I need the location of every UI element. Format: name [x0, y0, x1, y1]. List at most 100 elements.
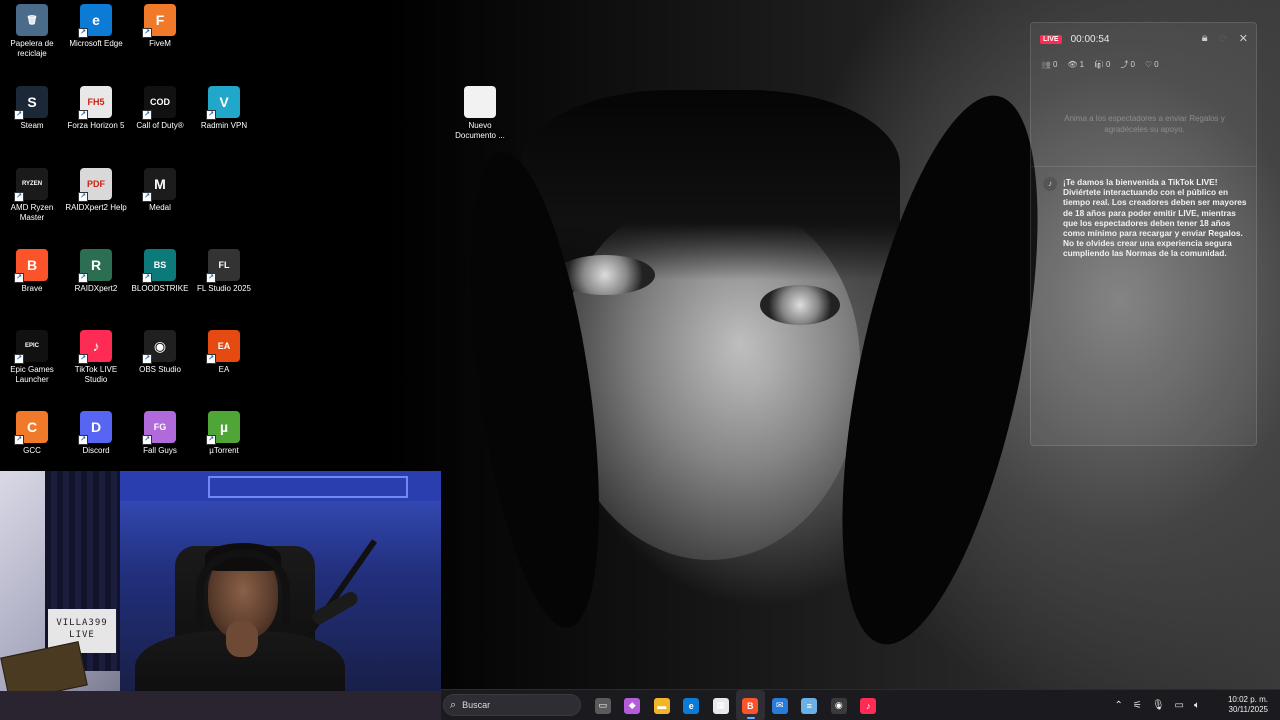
close-icon[interactable]: ✕	[1239, 32, 1248, 45]
desktop-shortcut[interactable]: C ↗ GCC	[0, 411, 64, 456]
desktop-shortcut[interactable]: D ↗ Discord	[64, 411, 128, 456]
desktop-shortcut[interactable]: COD ↗ Call of Duty®	[128, 86, 192, 131]
shortcut-arrow-icon: ↗	[78, 192, 88, 202]
fl-studio-icon: FL ↗	[206, 249, 240, 283]
desktop-shortcut[interactable]: V ↗ Radmin VPN	[192, 86, 256, 131]
desktop-shortcut-label: OBS Studio	[139, 365, 181, 374]
shortcut-arrow-icon: ↗	[142, 273, 152, 283]
desktop-shortcut[interactable]: F ↗ FiveM	[128, 4, 192, 49]
edge-icon: e ↗	[78, 4, 112, 38]
desktop-shortcut-label: Nuevo Documento ...	[455, 121, 505, 140]
shortcut-arrow-icon: ↗	[78, 110, 88, 120]
tiktok-live-studio-icon: ♪ ↗	[78, 330, 112, 364]
desktop-shortcut[interactable]: e ↗ Microsoft Edge	[64, 4, 128, 49]
desktop-shortcut[interactable]: M ↗ Medal	[128, 168, 192, 213]
file-explorer-icon: ▬	[653, 697, 670, 714]
notepad-icon: ≡	[801, 697, 818, 714]
taskbar-app-button[interactable]: e	[677, 690, 707, 720]
desktop-shortcut[interactable]: ◉ ↗ OBS Studio	[128, 330, 192, 375]
desktop-shortcut-label: BLOODSTRIKE	[131, 284, 189, 293]
webcam-headphones	[196, 549, 290, 629]
edge-icon: e	[683, 697, 700, 714]
network-icon[interactable]: ⚟	[1133, 700, 1142, 711]
live-stat: ♡ 0	[1145, 59, 1159, 70]
call-of-duty-icon: COD ↗	[142, 86, 176, 120]
live-stat-value: 0	[1052, 60, 1058, 69]
desktop-shortcut[interactable]: µ ↗ µTorrent	[192, 411, 256, 456]
desktop-shortcut[interactable]: RYZEN ↗ AMD Ryzen Master	[0, 168, 64, 223]
shortcut-arrow-icon: ↗	[78, 354, 88, 364]
desktop-shortcut[interactable]: EPIC ↗ Epic Games Launcher	[0, 330, 64, 385]
heart-icon: ♡	[1144, 60, 1153, 69]
taskbar-app-button[interactable]: ♪	[854, 690, 884, 720]
clock-time: 10:02 p. m.	[1227, 695, 1268, 704]
shortcut-arrow-icon: ↗	[142, 28, 152, 38]
shortcut-arrow-icon: ↗	[206, 110, 216, 120]
desktop-shortcut-label: Steam	[20, 121, 44, 130]
desktop-shortcut-label: Forza Horizon 5	[67, 121, 125, 130]
taskbar-app-button[interactable]: B	[735, 690, 765, 720]
live-stat: ⤴ 0	[1120, 59, 1134, 70]
desktop-shortcut[interactable]: B ↗ Brave	[0, 249, 64, 294]
webcam-desk	[0, 691, 441, 720]
shortcut-arrow-icon: ↗	[14, 110, 24, 120]
steam-icon: S ↗	[14, 86, 48, 120]
desktop-shortcut[interactable]: ♪ ↗ TikTok LIVE Studio	[64, 330, 128, 385]
desktop-shortcut-label: TikTok LIVE Studio	[74, 365, 118, 384]
radmin-vpn-icon: V ↗	[206, 86, 240, 120]
shortcut-arrow-icon: ↗	[78, 273, 88, 283]
lightbox-line-1: VILLA399	[56, 618, 108, 628]
desktop-shortcut[interactable]: R ↗ RAIDXpert2	[64, 249, 128, 294]
wallpaper-eye-right	[760, 285, 840, 325]
desktop-shortcut[interactable]: S ↗ Steam	[0, 86, 64, 131]
volume-icon[interactable]: 🔈︎	[1194, 700, 1200, 711]
fall-guys-icon: FG ↗	[142, 411, 176, 445]
desktop-shortcut[interactable]: FH5 ↗ Forza Horizon 5	[64, 86, 128, 131]
discord-icon: D ↗	[78, 411, 112, 445]
chevron-up-icon[interactable]: ⌃	[1114, 700, 1122, 711]
live-stat-value: 0	[1106, 60, 1111, 69]
lock-icon[interactable]: 🔒︎	[1202, 32, 1208, 45]
desktop-shortcut[interactable]: FG ↗ Fall Guys	[128, 411, 192, 456]
shortcut-arrow-icon: ↗	[78, 435, 88, 445]
desktop-shortcut-label: RAIDXpert2 Help	[65, 203, 127, 212]
desktop-shortcut-label: Fall Guys	[143, 446, 177, 455]
live-badge: LIVE	[1040, 34, 1062, 44]
obs-icon: ◉	[830, 697, 847, 714]
refresh-icon[interactable]: ⟳	[1219, 32, 1228, 45]
desktop-shortcut-label: Epic Games Launcher	[10, 365, 54, 384]
taskbar-app-button[interactable]: ◉	[824, 690, 854, 720]
microphone-icon[interactable]: 🎙︎	[1152, 700, 1165, 711]
taskbar-search[interactable]: ⌕	[443, 694, 581, 716]
taskbar-app-button[interactable]: ▬	[647, 690, 677, 720]
desktop-shortcut[interactable]: EA ↗ EA	[192, 330, 256, 375]
search-icon: ⌕	[450, 698, 457, 711]
shortcut-arrow-icon: ↗	[142, 110, 152, 120]
desktop-shortcut[interactable]: 🗑 Papelera de reciclaje	[0, 4, 64, 59]
desktop-shortcut[interactable]: FL ↗ FL Studio 2025	[192, 249, 256, 294]
brave-icon: B	[742, 697, 759, 714]
desktop-shortcut[interactable]: PDF ↗ RAIDXpert2 Help	[64, 168, 128, 213]
taskbar-app-button[interactable]: ✉	[765, 690, 795, 720]
shortcut-arrow-icon: ↗	[206, 273, 216, 283]
desktop-shortcut-label: Brave	[21, 284, 43, 293]
taskbar-apps: ▭ ◆ ▬ e ▦ B ✉ ≡ ◉ ♪	[588, 690, 883, 720]
desktop-shortcut[interactable]: BS ↗ BLOODSTRIKE	[128, 249, 192, 294]
lightbox-line-2: LIVE	[69, 630, 95, 640]
desktop-shortcut[interactable]: Nuevo Documento ...	[448, 86, 512, 141]
clock-date: 30/11/2025	[1228, 705, 1268, 714]
webcam-led-frame	[208, 476, 408, 498]
taskbar-app-button[interactable]: ≡	[795, 690, 825, 720]
ea-icon: EA ↗	[206, 330, 240, 364]
shortcut-arrow-icon: ↗	[206, 435, 216, 445]
taskbar-app-button[interactable]: ▦	[706, 690, 736, 720]
search-input[interactable]	[462, 700, 563, 710]
eye-icon: 👁	[1067, 60, 1078, 69]
taskbar-app-button[interactable]: ▭	[588, 690, 618, 720]
gift-hint: Anima a los espectadores a enviar Regalo…	[1064, 114, 1225, 134]
display-icon[interactable]: ▭	[1175, 700, 1184, 711]
clock[interactable]: 10:02 p. m. 30/11/2025	[1228, 695, 1268, 715]
live-controls: 🔒︎ ⟳ ✕	[1202, 32, 1248, 45]
desktop-shortcut-label: FL Studio 2025	[197, 284, 251, 293]
taskbar-app-button[interactable]: ◆	[618, 690, 648, 720]
